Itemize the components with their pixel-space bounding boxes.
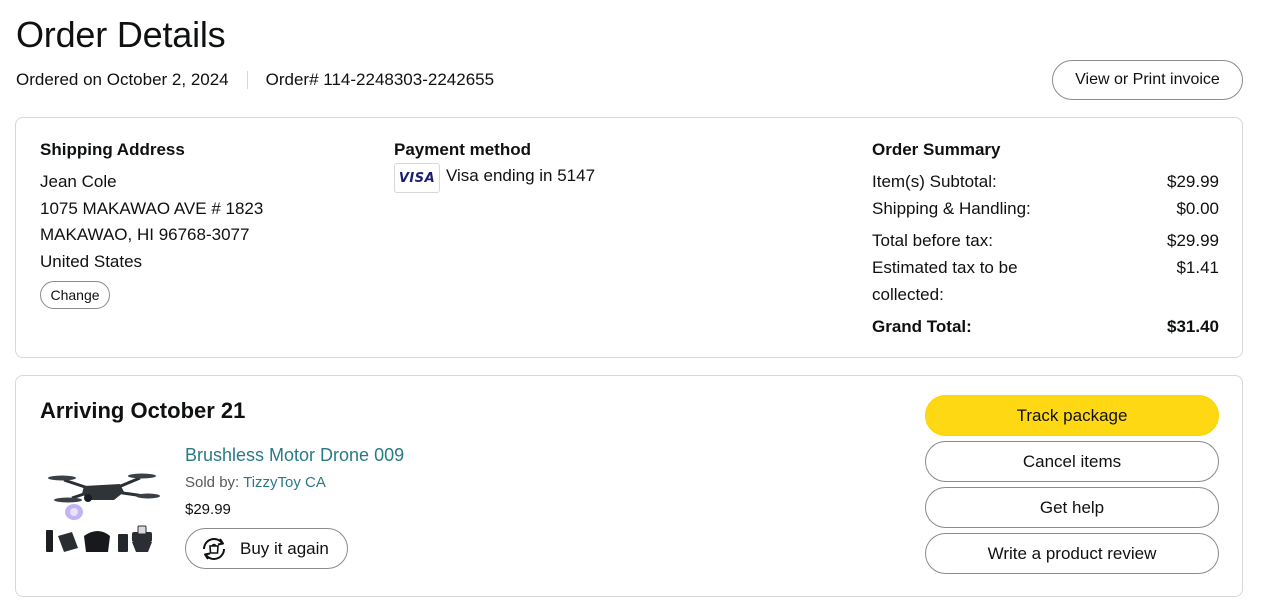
arriving-heading: Arriving October 21: [40, 398, 246, 423]
get-help-button[interactable]: Get help: [925, 487, 1219, 528]
shipping-line2: MAKAWAO, HI 96768-3077: [40, 225, 250, 244]
summary-value: $31.40: [1167, 317, 1219, 336]
summary-label: Item(s) Subtotal:: [872, 172, 997, 191]
product-image[interactable]: [44, 456, 160, 562]
visa-card-icon: VISA: [394, 163, 440, 193]
order-info-card: Shipping Address Jean Cole 1075 MAKAWAO …: [15, 117, 1243, 358]
summary-value: $0.00: [1176, 199, 1219, 218]
shipping-line1: 1075 MAKAWAO AVE # 1823: [40, 199, 264, 218]
shipping-country: United States: [40, 252, 143, 271]
summary-label: Grand Total:: [872, 317, 972, 336]
summary-value: $1.41: [1176, 258, 1219, 277]
order-number: Order# 114-2248303-2242655: [265, 70, 495, 89]
summary-label: Estimated tax to be collected:: [872, 254, 1018, 308]
product-price: $29.99: [185, 501, 231, 518]
seller-link[interactable]: TizzyToy CA: [243, 474, 326, 491]
order-meta: Ordered on October 2, 2024 Order# 114-22…: [16, 68, 494, 92]
sold-by: Sold by: TizzyToy CA: [185, 474, 326, 491]
shipping-address-heading: Shipping Address: [40, 140, 185, 159]
summary-row-before-tax: Total before tax: $29.99: [872, 227, 1219, 254]
summary-value: $29.99: [1167, 172, 1219, 191]
shipping-name: Jean Cole: [40, 172, 117, 191]
order-date: Ordered on October 2, 2024: [16, 70, 229, 89]
cancel-items-button[interactable]: Cancel items: [925, 441, 1219, 482]
summary-row-tax: Estimated tax to be collected: $1.41: [872, 254, 1219, 308]
visa-logo-text: VISA: [398, 170, 436, 186]
shipment-card: Arriving October 21 Brushless Motor Dron…: [15, 375, 1243, 597]
summary-row-shipping: Shipping & Handling: $0.00: [872, 195, 1219, 222]
buy-again-icon: [203, 537, 225, 560]
summary-label: Shipping & Handling:: [872, 199, 1031, 218]
change-address-button[interactable]: Change: [40, 281, 110, 309]
summary-label-line1: Estimated tax to be: [872, 258, 1018, 277]
product-title-link[interactable]: Brushless Motor Drone 009: [185, 445, 404, 466]
payment-method-heading: Payment method: [394, 140, 531, 159]
summary-row-subtotal: Item(s) Subtotal: $29.99: [872, 168, 1219, 195]
summary-row-grand-total: Grand Total: $31.40: [872, 313, 1219, 340]
meta-divider: [246, 71, 248, 89]
payment-card-text: Visa ending in 5147: [446, 166, 596, 185]
summary-label: Total before tax:: [872, 231, 993, 250]
sold-by-label: Sold by:: [185, 474, 244, 491]
summary-value: $29.99: [1167, 231, 1219, 250]
buy-it-again-button[interactable]: Buy it again: [185, 528, 348, 569]
order-summary-heading: Order Summary: [872, 140, 1001, 159]
buy-again-label: Buy it again: [240, 538, 329, 558]
track-package-button[interactable]: Track package: [925, 395, 1219, 436]
write-review-button[interactable]: Write a product review: [925, 533, 1219, 574]
page-title: Order Details: [16, 14, 226, 55]
summary-label-line2: collected:: [872, 285, 944, 304]
view-print-invoice-button[interactable]: View or Print invoice: [1052, 60, 1243, 100]
